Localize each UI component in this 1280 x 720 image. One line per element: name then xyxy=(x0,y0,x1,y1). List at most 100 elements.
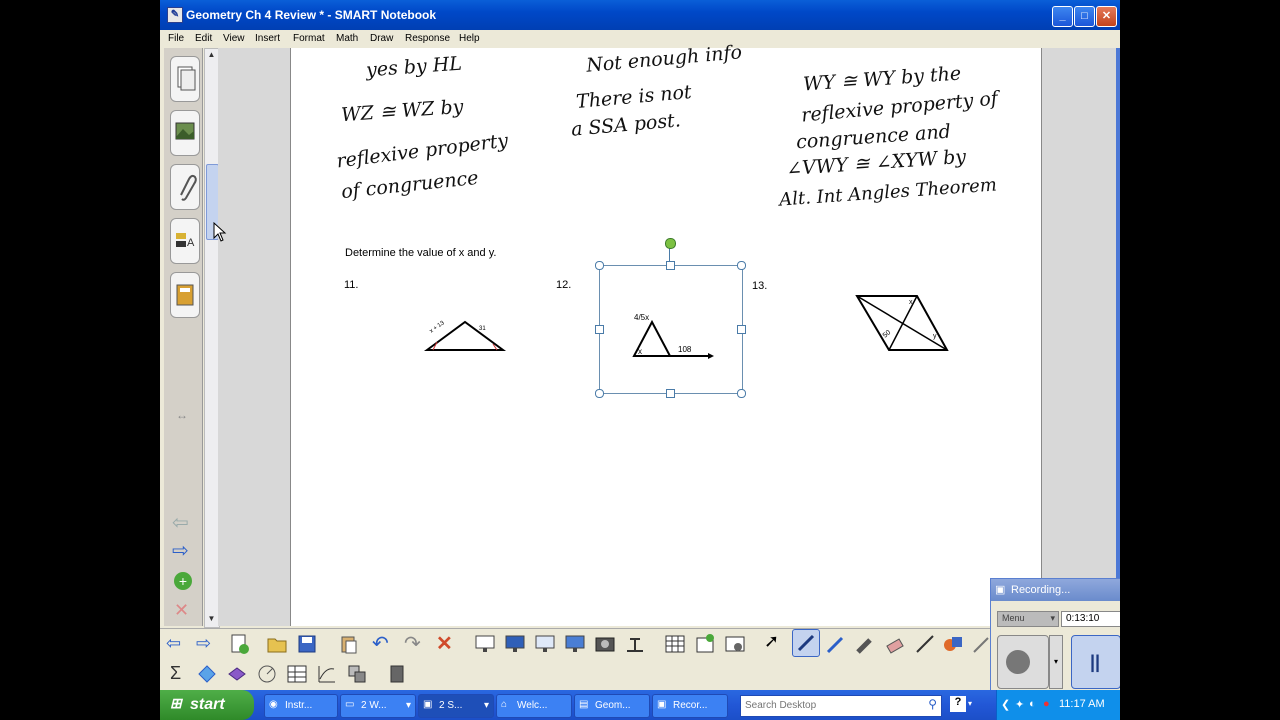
response-button[interactable] xyxy=(694,633,716,655)
document-camera-button[interactable] xyxy=(624,633,646,655)
toolbar-settings-button[interactable] xyxy=(386,663,408,685)
add-page-button[interactable] xyxy=(228,633,250,655)
clock[interactable]: 11:17 AM xyxy=(1059,698,1105,710)
record-options-dropdown[interactable]: ▾ xyxy=(1049,635,1063,689)
line-button[interactable] xyxy=(914,633,936,655)
page-sorter-tab[interactable] xyxy=(170,56,200,102)
menu-math[interactable]: Math xyxy=(336,33,358,44)
minimize-button[interactable]: _ xyxy=(1052,6,1073,27)
resize-handle[interactable] xyxy=(666,389,675,398)
task-welcome[interactable]: ⌂ Welc... xyxy=(496,694,572,718)
title-bar[interactable]: ✎ Geometry Ch 4 Review * - SMART Noteboo… xyxy=(160,0,1120,30)
delete-page-icon[interactable]: ✕ xyxy=(174,600,189,621)
add-page-icon[interactable]: + xyxy=(174,572,192,590)
attachments-tab[interactable] xyxy=(170,164,200,210)
task-folders[interactable]: ▭ 2 W... ▾ xyxy=(340,694,416,718)
full-screen-button[interactable] xyxy=(504,633,526,655)
capture-button[interactable] xyxy=(594,633,616,655)
table-tool-button[interactable] xyxy=(286,663,308,685)
menu-insert[interactable]: Insert xyxy=(255,33,280,44)
arrange-button[interactable] xyxy=(346,663,368,685)
menu-draw[interactable]: Draw xyxy=(370,33,393,44)
task-geometry[interactable]: ▤ Geom... xyxy=(574,694,650,718)
undo-icon[interactable]: ↶ xyxy=(372,631,394,655)
back-icon[interactable]: ⇦ xyxy=(166,633,188,655)
menu-view[interactable]: View xyxy=(223,33,245,44)
recorder-window[interactable]: ▣ Recording... Menu ▾ 0:13:10 ▾ || xyxy=(990,578,1120,692)
record-button[interactable] xyxy=(997,635,1049,689)
gallery-tab[interactable] xyxy=(170,110,200,156)
scroll-up-icon[interactable]: ▲ xyxy=(206,50,217,61)
table-button[interactable] xyxy=(664,633,686,655)
network-icon[interactable]: ✦ xyxy=(1015,698,1024,711)
resize-handle[interactable] xyxy=(737,261,746,270)
close-button[interactable]: ✕ xyxy=(1096,6,1117,27)
rotate-handle[interactable] xyxy=(665,238,676,249)
shapes-button[interactable] xyxy=(942,633,964,655)
magic-pen-button[interactable] xyxy=(226,663,248,685)
screen-shade-button[interactable] xyxy=(474,633,496,655)
start-button[interactable]: ⊞ start xyxy=(160,690,254,720)
resize-arrows-icon[interactable]: ↔ xyxy=(176,408,188,422)
forward-icon[interactable]: ⇨ xyxy=(196,633,218,655)
notebook-page[interactable]: yes by HL WZ ≅ WZ by reflexive property … xyxy=(290,41,1042,626)
chevron-down-icon[interactable]: ▾ xyxy=(968,699,972,708)
redo-icon[interactable]: ↷ xyxy=(404,631,426,655)
menu-format[interactable]: Format xyxy=(293,33,325,44)
next-page-icon[interactable]: ⇨ xyxy=(172,538,189,563)
paste-button[interactable] xyxy=(338,633,360,655)
highlighter-button[interactable] xyxy=(854,633,876,655)
search-input[interactable] xyxy=(743,697,907,713)
transparent-background-button[interactable] xyxy=(534,633,556,655)
help-icon[interactable]: ? xyxy=(950,696,966,712)
response-icon xyxy=(696,634,714,653)
addons-tab[interactable] xyxy=(170,272,200,318)
search-icon[interactable]: ⚲ xyxy=(928,697,937,711)
mouse-cursor-icon xyxy=(213,222,227,242)
smart-notebook-icon[interactable]: ✎ xyxy=(167,7,183,23)
save-button[interactable] xyxy=(296,633,318,655)
menu-help[interactable]: Help xyxy=(459,33,480,44)
display-options-button[interactable] xyxy=(564,633,586,655)
eraser-button[interactable] xyxy=(884,633,906,655)
creative-pen-button[interactable] xyxy=(824,633,846,655)
resize-handle[interactable] xyxy=(595,325,604,334)
task-recorder[interactable]: ▣ Recor... xyxy=(652,694,728,718)
sigma-icon[interactable]: Σ xyxy=(170,663,181,684)
open-button[interactable] xyxy=(266,633,288,655)
search-desktop-field[interactable]: ⚲ xyxy=(740,695,942,717)
problem-number-11: 11. xyxy=(344,279,359,291)
properties-tab[interactable]: A xyxy=(170,218,200,264)
resize-handle[interactable] xyxy=(595,261,604,270)
resize-handle[interactable] xyxy=(737,325,746,334)
task-smart[interactable]: ▣ 2 S... ▾ xyxy=(418,694,494,718)
fill-button[interactable] xyxy=(970,633,992,655)
security-icon[interactable]: ◐ xyxy=(1029,698,1036,710)
antivirus-icon[interactable]: ● xyxy=(1043,698,1050,710)
menu-edit[interactable]: Edit xyxy=(195,33,212,44)
selection-box[interactable]: 4/5x x 108 xyxy=(599,265,743,394)
pen-button[interactable] xyxy=(792,629,820,657)
previous-page-icon[interactable]: ⇦ xyxy=(172,510,189,535)
pause-button[interactable]: || xyxy=(1071,635,1120,689)
recorder-time: 0:13:10 xyxy=(1066,613,1100,624)
show-hidden-icons[interactable]: ❮ xyxy=(1001,698,1010,711)
graph-button[interactable] xyxy=(316,663,338,685)
delete-icon[interactable]: ✕ xyxy=(436,631,458,655)
select-icon[interactable]: ➚ xyxy=(764,631,786,653)
task-instr[interactable]: ◉ Instr... xyxy=(264,694,338,718)
smart-icon: ▣ xyxy=(423,699,433,710)
resize-handle[interactable] xyxy=(666,261,675,270)
menu-file[interactable]: File xyxy=(168,33,184,44)
recorder-menu-dropdown[interactable]: Menu ▾ xyxy=(997,611,1059,627)
measure-button[interactable] xyxy=(256,663,278,685)
properties-button[interactable] xyxy=(724,633,746,655)
window-border-right xyxy=(1116,48,1120,626)
recorder-title-bar[interactable]: ▣ Recording... xyxy=(991,579,1120,601)
scroll-down-icon[interactable]: ▼ xyxy=(206,614,217,625)
resize-handle[interactable] xyxy=(737,389,746,398)
shape-recognition-button[interactable] xyxy=(196,663,218,685)
menu-response[interactable]: Response xyxy=(405,33,450,44)
maximize-button[interactable]: □ xyxy=(1074,6,1095,27)
resize-handle[interactable] xyxy=(595,389,604,398)
